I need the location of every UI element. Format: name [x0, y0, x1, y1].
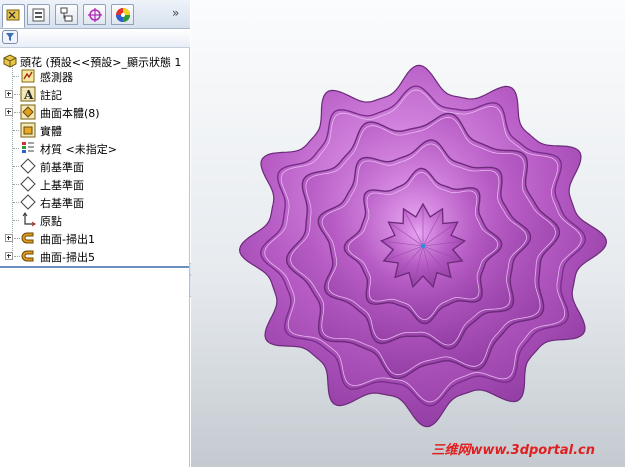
filter-icon	[6, 33, 14, 41]
flower-model[interactable]	[191, 0, 625, 467]
tree-item-label: 前基準面	[40, 161, 84, 174]
watermark: 三维网www.3dportal.cn	[431, 443, 595, 458]
origin-point	[420, 243, 426, 249]
tree-item-label: 右基準面	[40, 197, 84, 210]
sweep-icon	[21, 232, 34, 244]
tree-item-label: 實體	[40, 125, 62, 138]
expand-toggle[interactable]	[5, 252, 13, 260]
tree-item-solid-bodies[interactable]: 實體	[0, 121, 190, 139]
filter-button[interactable]	[2, 30, 18, 44]
appearance-icon	[116, 8, 130, 22]
tree-item-material[interactable]: 材質 <未指定>	[0, 139, 190, 157]
feature-tree-icon	[6, 9, 20, 21]
sweep-icon	[21, 250, 34, 262]
origin-icon	[22, 212, 36, 227]
filter-bar	[0, 29, 190, 48]
tree-item-front-plane[interactable]: 前基準面	[0, 157, 190, 175]
tab-property-manager[interactable]	[27, 4, 50, 25]
tab-feature-manager[interactable]	[2, 4, 25, 28]
tree-item-sensors[interactable]: 感測器	[0, 67, 190, 85]
graphics-viewport[interactable]: 三维网www.3dportal.cn	[191, 0, 625, 467]
tree-item-label: 曲面-掃出5	[40, 251, 95, 264]
panel-splitter[interactable]	[0, 266, 190, 268]
sensor-icon	[21, 69, 35, 83]
crosshair-icon	[88, 8, 102, 22]
solid-body-icon	[20, 122, 36, 138]
tree-item-label: 材質 <未指定>	[40, 143, 117, 156]
more-tabs-chevron[interactable]: »	[172, 6, 179, 20]
property-icon	[32, 8, 45, 22]
svg-text:A: A	[23, 88, 34, 102]
plane-icon	[20, 194, 36, 210]
tab-dimxpert-manager[interactable]	[83, 4, 106, 25]
plane-icon	[20, 176, 36, 192]
tab-display-manager[interactable]	[111, 4, 134, 25]
tree-item-surface-sweep-1[interactable]: 曲面-掃出1	[0, 229, 190, 247]
material-icon	[22, 142, 34, 153]
tab-configuration-manager[interactable]	[55, 4, 78, 25]
expand-toggle[interactable]	[5, 108, 13, 116]
configuration-icon	[60, 7, 73, 22]
tree-item-label: 感測器	[40, 71, 73, 84]
expand-toggle[interactable]	[5, 234, 13, 242]
surface-body-icon	[20, 104, 36, 120]
plane-icon	[20, 158, 36, 174]
tree-item-label: 原點	[40, 215, 62, 228]
tree-item-top-plane[interactable]: 上基準面	[0, 175, 190, 193]
manager-tab-bar: »	[0, 0, 190, 29]
tree-item-label: 曲面本體(8)	[40, 107, 100, 120]
feature-manager-panel: » 頭花 (預設<<預設>_顯示狀態 1 感測器 A 註記 曲面本體(8) 實體…	[0, 0, 190, 467]
annotation-icon: A	[20, 86, 36, 102]
tree-item-annotations[interactable]: A 註記	[0, 85, 190, 103]
tree-item-label: 上基準面	[40, 179, 84, 192]
tree-item-surface-bodies[interactable]: 曲面本體(8)	[0, 103, 190, 121]
expand-toggle[interactable]	[5, 90, 13, 98]
tree-item-surface-sweep-5[interactable]: 曲面-掃出5	[0, 247, 190, 265]
tree-item-label: 註記	[40, 89, 62, 102]
tree-item-origin[interactable]: 原點	[0, 211, 190, 229]
tree-item-label: 曲面-掃出1	[40, 233, 95, 246]
tree-item-right-plane[interactable]: 右基準面	[0, 193, 190, 211]
